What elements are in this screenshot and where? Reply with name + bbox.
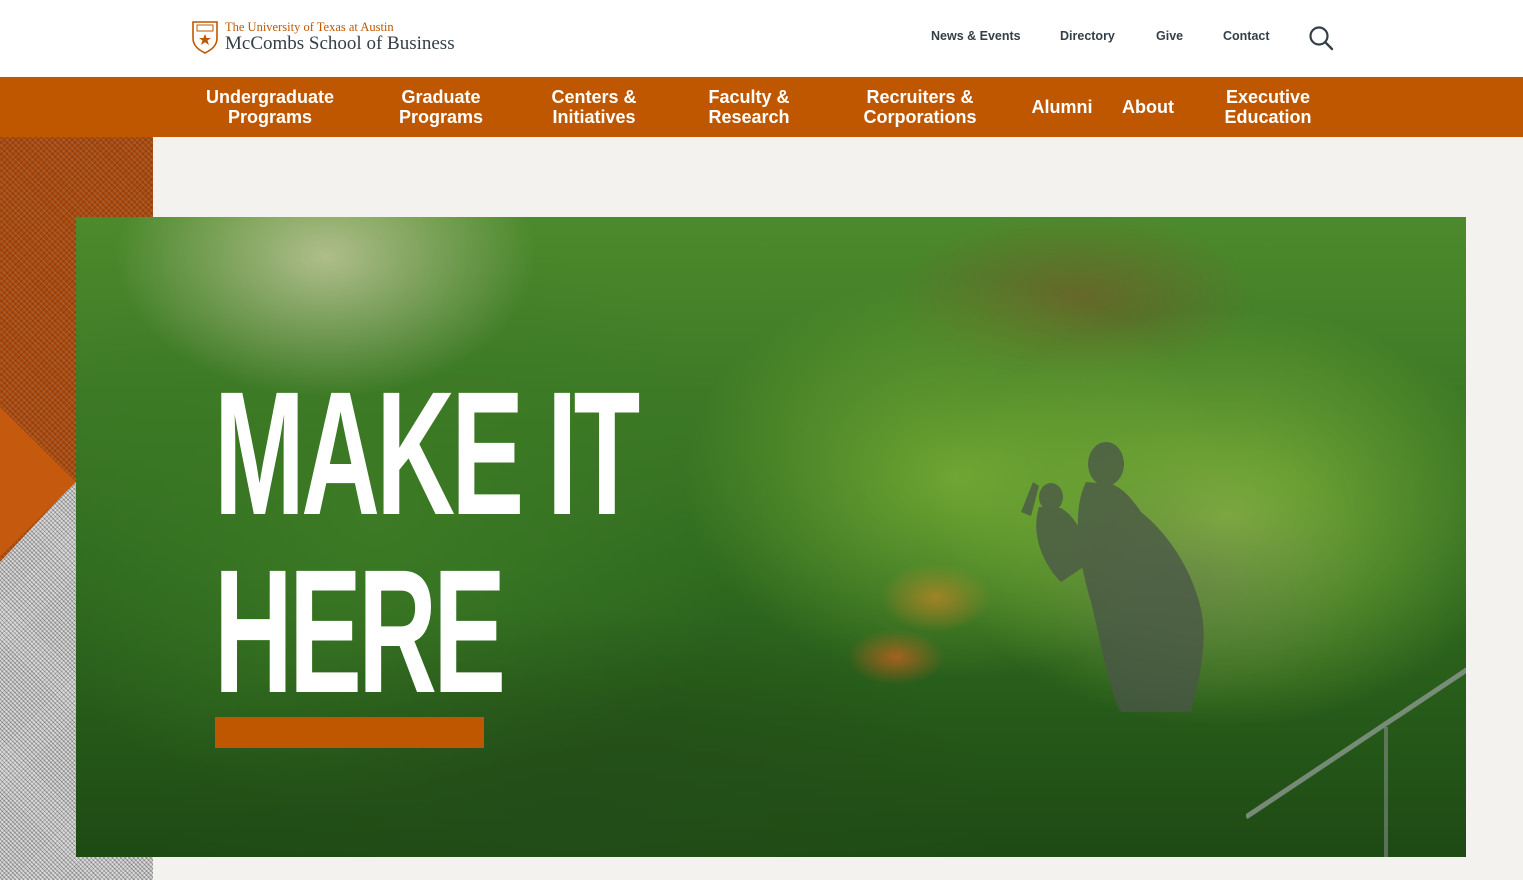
nav-graduate-programs[interactable]: Graduate Programs bbox=[385, 77, 497, 137]
main-nav: Undergraduate Programs Graduate Programs… bbox=[0, 77, 1523, 137]
nav-executive-education[interactable]: Executive Education bbox=[1210, 77, 1326, 137]
brand-text: The University of Texas at Austin McComb… bbox=[225, 19, 455, 54]
nav-centers-initiatives[interactable]: Centers & Initiatives bbox=[538, 77, 650, 137]
nav-about[interactable]: About bbox=[1112, 77, 1184, 137]
search-icon[interactable] bbox=[1307, 24, 1335, 52]
handrail-image bbox=[1246, 667, 1466, 857]
give-link[interactable]: Give bbox=[1156, 29, 1183, 43]
school-name: McCombs School of Business bbox=[225, 32, 455, 54]
nav-alumni[interactable]: Alumni bbox=[1025, 77, 1099, 137]
hero-accent-bar bbox=[215, 717, 484, 748]
mccombs-logo-link[interactable]: The University of Texas at Austin McComb… bbox=[191, 19, 455, 55]
nav-faculty-research[interactable]: Faculty & Research bbox=[693, 77, 805, 137]
statue-image bbox=[1021, 442, 1204, 712]
university-name: The University of Texas at Austin bbox=[225, 19, 394, 34]
hero-headline: MAKE IT HERE bbox=[214, 356, 640, 730]
hero-banner: MAKE IT HERE bbox=[76, 217, 1466, 857]
ut-shield-icon bbox=[192, 21, 218, 54]
news-events-link[interactable]: News & Events bbox=[931, 29, 1021, 43]
contact-link[interactable]: Contact bbox=[1223, 29, 1270, 43]
nav-undergraduate-programs[interactable]: Undergraduate Programs bbox=[195, 77, 345, 137]
site-header: The University of Texas at Austin McComb… bbox=[0, 0, 1523, 77]
directory-link[interactable]: Directory bbox=[1060, 29, 1115, 43]
nav-recruiters-corporations[interactable]: Recruiters & Corporations bbox=[851, 77, 989, 137]
